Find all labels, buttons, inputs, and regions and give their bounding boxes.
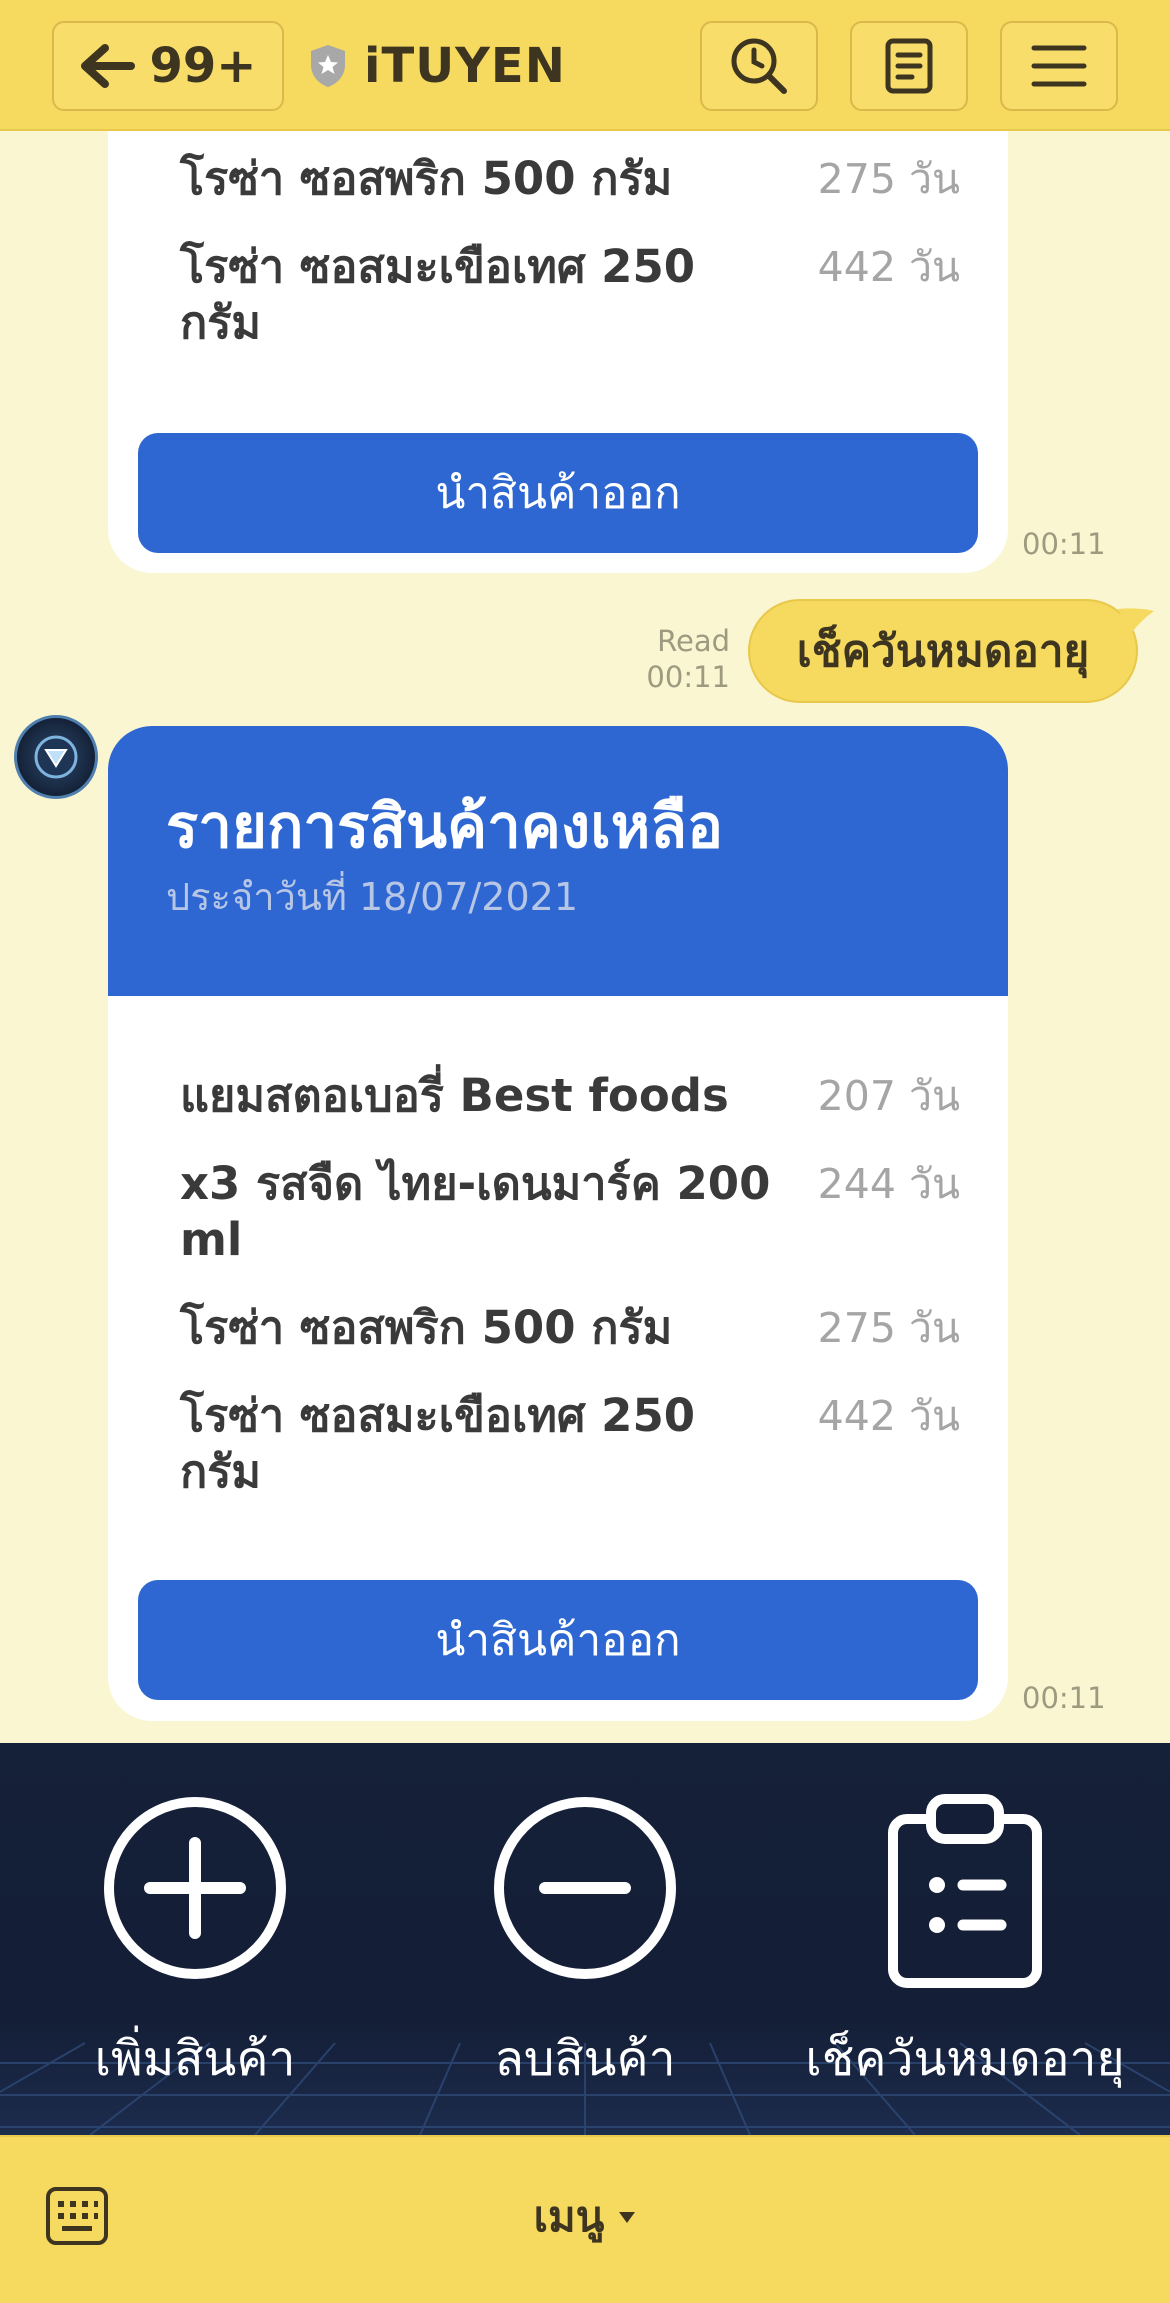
read-label: Read xyxy=(657,624,730,658)
stock-card-previous: โรซ่า ซอสพริก 500 กรัม 275 วัน โรซ่า ซอส… xyxy=(108,131,1008,573)
item-name: x3 รสจืด ไทย-เดนมาร์ค 200 ml xyxy=(180,1157,771,1266)
plus-circle-icon xyxy=(104,1797,286,1979)
arrow-left-icon xyxy=(81,44,136,88)
avatar-logo-icon xyxy=(34,735,78,779)
account-name[interactable]: iTUYEN xyxy=(308,36,566,96)
item-days: 275 วัน xyxy=(817,1304,960,1352)
notes-button[interactable] xyxy=(850,21,968,111)
chat-area[interactable]: โรซ่า ซอสพริก 500 กรัม 275 วัน โรซ่า ซอส… xyxy=(0,131,1170,1743)
item-days: 244 วัน xyxy=(817,1160,960,1208)
caret-down-icon xyxy=(619,2212,636,2223)
item-name: โรซ่า ซอสพริก 500 กรัม xyxy=(180,152,673,205)
back-button[interactable]: 99+ xyxy=(52,21,284,111)
check-expiry-menu-item[interactable]: เช็ควันหมดอายุ xyxy=(770,1793,1160,2123)
item-days: 442 วัน xyxy=(817,1392,960,1440)
bot-avatar[interactable] xyxy=(14,715,98,799)
item-days: 207 วัน xyxy=(817,1072,960,1120)
search-history-icon xyxy=(731,38,787,94)
item-days: 275 วัน xyxy=(817,155,960,203)
stock-card: รายการสินค้าคงเหลือ ประจำวันที่ 18/07/20… xyxy=(108,726,1008,1721)
delete-product-menu-item[interactable]: ลบสินค้า xyxy=(390,1793,780,2123)
search-button[interactable] xyxy=(700,21,818,111)
minus-circle-icon xyxy=(494,1797,676,1979)
menu-label: เมนู xyxy=(533,2192,605,2241)
menu-button[interactable] xyxy=(1000,21,1118,111)
clipboard-list-icon xyxy=(888,1794,1042,1988)
read-receipt: Read 00:11 xyxy=(640,623,730,695)
card-title: รายการสินค้าคงเหลือ xyxy=(166,792,724,862)
hamburger-icon xyxy=(1031,45,1087,87)
unread-count: 99+ xyxy=(149,38,257,94)
remove-product-button[interactable]: นำสินค้าออก xyxy=(138,433,978,553)
rich-menu: เพิ่มสินค้า ลบสินค้า เช็ควันหมดอายุ xyxy=(0,1743,1170,2135)
delete-product-label: ลบสินค้า xyxy=(494,2031,676,2087)
item-name: โรซ่า ซอสมะเขือเทศ 250 กรัม xyxy=(180,1389,696,1498)
card-date: ประจำวันที่ 18/07/2021 xyxy=(166,875,579,919)
item-name: โรซ่า ซอสมะเขือเทศ 250 กรัม xyxy=(180,240,696,349)
add-product-menu-item[interactable]: เพิ่มสินค้า xyxy=(0,1793,390,2123)
item-name: แยมสตอเบอรี่ Best foods xyxy=(180,1069,729,1122)
check-expiry-label: เช็ควันหมดอายุ xyxy=(805,2031,1125,2087)
bottom-bar: เมนู xyxy=(0,2135,1170,2303)
user-message-bubble[interactable]: เช็ควันหมดอายุ xyxy=(748,599,1138,703)
message-time: 00:11 xyxy=(1022,1681,1106,1715)
item-name: โรซ่า ซอสพริก 500 กรัม xyxy=(180,1301,673,1354)
brand-name: iTUYEN xyxy=(364,38,566,94)
read-time: 00:11 xyxy=(646,660,730,694)
item-days: 442 วัน xyxy=(817,243,960,291)
chat-header: 99+ iTUYEN xyxy=(0,0,1170,131)
card-header: รายการสินค้าคงเหลือ ประจำวันที่ 18/07/20… xyxy=(108,726,1008,996)
bubble-tail xyxy=(1118,608,1154,635)
remove-product-button[interactable]: นำสินค้าออก xyxy=(138,1580,978,1700)
menu-toggle[interactable]: เมนู xyxy=(0,2187,1170,2247)
message-time: 00:11 xyxy=(1022,527,1106,561)
add-product-label: เพิ่มสินค้า xyxy=(94,2031,296,2087)
notes-icon xyxy=(885,38,933,94)
verified-shield-icon xyxy=(311,45,345,87)
